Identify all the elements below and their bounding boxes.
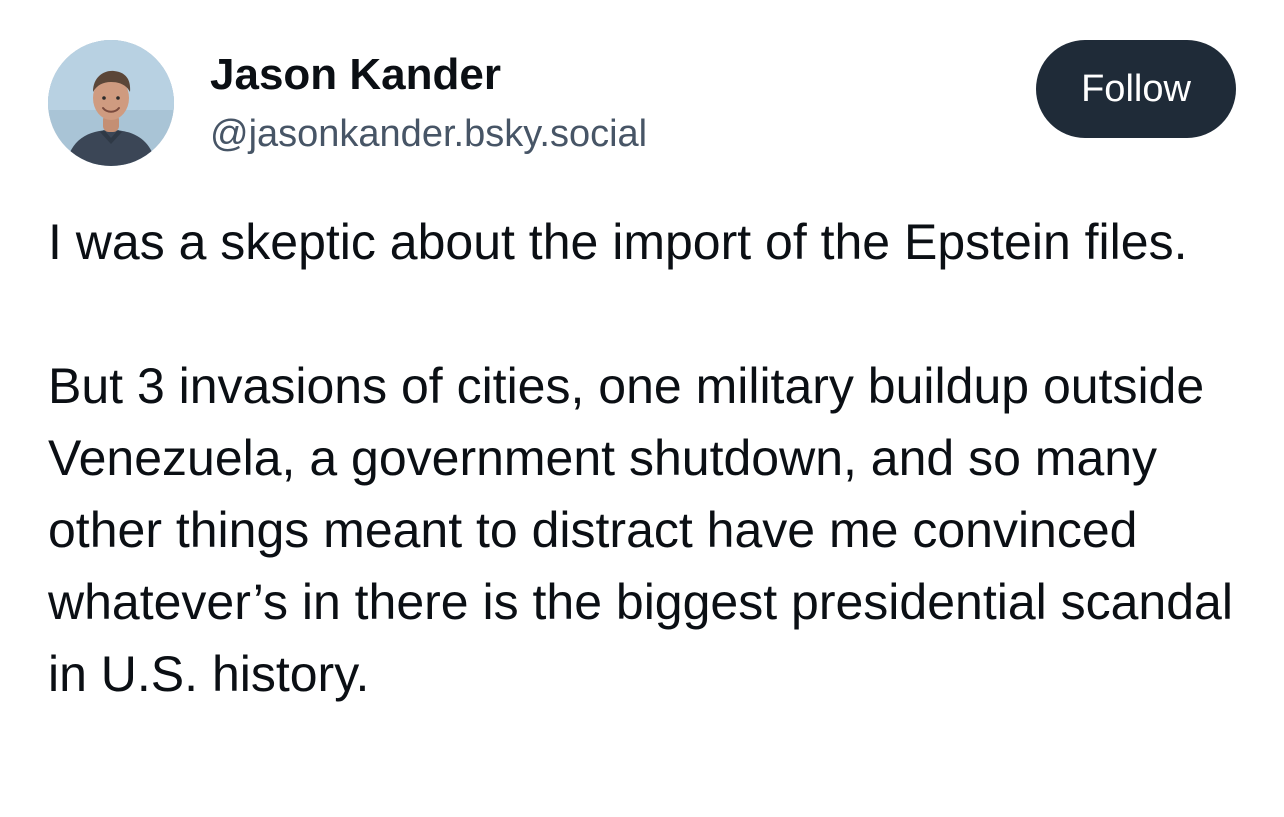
author-display-name[interactable]: Jason Kander [210, 48, 501, 102]
post-paragraph-2: But 3 invasions of cities, one military … [48, 358, 1233, 702]
avatar[interactable] [48, 40, 174, 166]
post-paragraph-1: I was a skeptic about the import of the … [48, 214, 1188, 270]
author-handle[interactable]: @jasonkander.bsky.social [210, 110, 647, 158]
avatar-image [48, 40, 174, 166]
follow-button[interactable]: Follow [1036, 40, 1236, 138]
post-body: I was a skeptic about the import of the … [48, 206, 1248, 710]
bluesky-post-card: Jason Kander @jasonkander.bsky.social Fo… [0, 0, 1284, 817]
